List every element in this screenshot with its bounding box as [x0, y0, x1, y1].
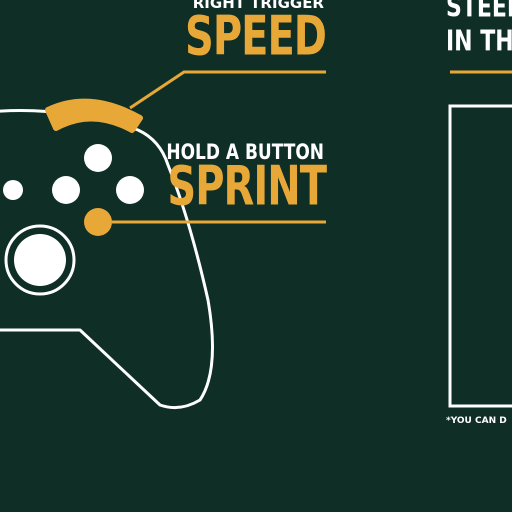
b-button-icon	[116, 176, 144, 204]
thumbstick-icon	[14, 234, 66, 286]
controller-diagram	[0, 70, 512, 410]
a-button-icon	[84, 208, 112, 236]
speed-leader-line	[129, 70, 326, 110]
sprint-label: SPRINT	[167, 155, 327, 219]
right-trigger-icon	[45, 98, 143, 133]
x-button-icon	[52, 176, 80, 204]
footnote-text: *YOU CAN D	[446, 416, 507, 426]
steer-label: STEER	[446, 0, 512, 25]
speed-label: SPEED	[185, 5, 327, 69]
steer-panel-frame	[448, 104, 512, 408]
in-the-label: IN THE	[446, 26, 512, 59]
menu-button-icon	[3, 180, 23, 200]
y-button-icon	[84, 144, 112, 172]
